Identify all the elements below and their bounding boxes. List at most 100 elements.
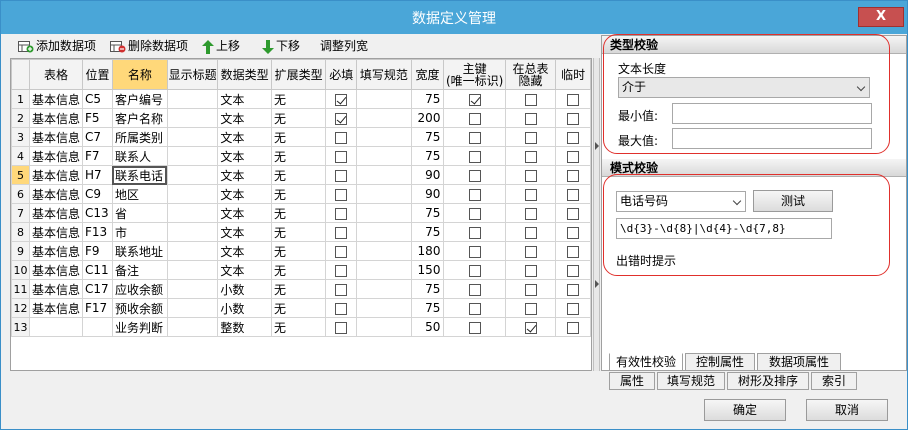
table-row[interactable]: 6 基本信息 C9 地区 文本无 90 xyxy=(11,184,591,204)
row-number[interactable]: 13 xyxy=(11,317,30,337)
col-header-hide-in-total[interactable]: 在总表 隐藏 xyxy=(504,59,557,90)
cell-position[interactable]: F9 xyxy=(81,241,113,261)
cell-display-title[interactable] xyxy=(166,203,219,223)
move-down-button[interactable]: 下移 xyxy=(262,37,300,55)
cell-width[interactable]: 150 xyxy=(410,260,445,280)
cell-ext-type[interactable]: 无 xyxy=(270,260,327,280)
cell-fill-rule[interactable] xyxy=(356,260,412,280)
cell-data-type[interactable]: 整数 xyxy=(217,317,272,337)
cell-table-name[interactable]: 基本信息 xyxy=(28,203,83,223)
temp-checkbox[interactable] xyxy=(567,93,580,106)
cell-display-title[interactable] xyxy=(166,279,219,299)
cell-table-name[interactable] xyxy=(28,317,83,337)
row-number[interactable]: 1 xyxy=(11,89,30,109)
cell-position[interactable]: C11 xyxy=(81,260,113,280)
row-number[interactable]: 8 xyxy=(11,222,30,242)
cell-ext-type[interactable]: 无 xyxy=(270,298,327,318)
cell-table-name[interactable]: 基本信息 xyxy=(28,184,83,204)
cell-table-name[interactable]: 基本信息 xyxy=(28,108,83,128)
cell-fill-rule[interactable] xyxy=(356,89,412,109)
primary-key-checkbox[interactable] xyxy=(468,169,481,182)
cell-data-type[interactable]: 小数 xyxy=(217,279,272,299)
cell-data-type[interactable]: 文本 xyxy=(217,184,272,204)
primary-key-checkbox[interactable] xyxy=(468,264,481,277)
cell-fill-rule[interactable] xyxy=(356,317,412,337)
cell-width[interactable]: 75 xyxy=(410,127,445,147)
cell-table-name[interactable]: 基本信息 xyxy=(28,146,83,166)
hide-in-total-checkbox[interactable] xyxy=(524,112,537,125)
table-row[interactable]: 2 基本信息 F5 客户名称 文本无 200 xyxy=(11,108,591,128)
cell-ext-type[interactable]: 无 xyxy=(270,241,327,261)
row-number[interactable]: 2 xyxy=(11,108,30,128)
tab-tree-sort[interactable]: 树形及排序 xyxy=(727,372,809,390)
tab-index[interactable]: 索引 xyxy=(811,372,857,390)
row-number[interactable]: 7 xyxy=(11,203,30,223)
col-header-display-title[interactable]: 显示标题 xyxy=(166,59,219,90)
cell-position[interactable]: H7 xyxy=(81,165,113,185)
cell-data-type[interactable]: 文本 xyxy=(217,241,272,261)
cell-fill-rule[interactable] xyxy=(356,298,412,318)
required-checkbox[interactable] xyxy=(335,131,348,144)
cell-fill-rule[interactable] xyxy=(356,127,412,147)
cell-width[interactable]: 180 xyxy=(410,241,445,261)
primary-key-checkbox[interactable] xyxy=(468,207,481,220)
cell-display-title[interactable] xyxy=(166,317,219,337)
tab-control-properties[interactable]: 控制属性 xyxy=(685,353,755,371)
tab-validation[interactable]: 有效性校验 xyxy=(609,353,683,371)
row-number[interactable]: 11 xyxy=(11,279,30,299)
cell-display-title[interactable] xyxy=(166,89,219,109)
temp-checkbox[interactable] xyxy=(567,321,580,334)
cell-ext-type[interactable]: 无 xyxy=(270,279,327,299)
cell-data-type[interactable]: 文本 xyxy=(217,165,272,185)
cell-name[interactable]: 业务判断 xyxy=(111,317,168,337)
close-button[interactable]: X xyxy=(858,7,904,27)
cell-width[interactable]: 75 xyxy=(410,279,445,299)
required-checkbox[interactable] xyxy=(335,112,348,125)
cell-fill-rule[interactable] xyxy=(356,203,412,223)
hide-in-total-checkbox[interactable] xyxy=(524,321,537,334)
cell-width[interactable]: 200 xyxy=(410,108,445,128)
cell-name[interactable]: 省 xyxy=(111,203,168,223)
hide-in-total-checkbox[interactable] xyxy=(524,264,537,277)
table-row[interactable]: 5 基本信息 H7 联系电话 文本无 90 xyxy=(11,165,591,185)
primary-key-checkbox[interactable] xyxy=(468,112,481,125)
row-number[interactable]: 12 xyxy=(11,298,30,318)
cell-ext-type[interactable]: 无 xyxy=(270,184,327,204)
hide-in-total-checkbox[interactable] xyxy=(524,169,537,182)
cell-width[interactable]: 75 xyxy=(410,203,445,223)
table-row[interactable]: 13 业务判断 整数无 50 xyxy=(11,317,591,337)
col-header-width[interactable]: 宽度 xyxy=(410,59,445,90)
cell-data-type[interactable]: 文本 xyxy=(217,260,272,280)
cell-position[interactable]: F7 xyxy=(81,146,113,166)
cell-table-name[interactable]: 基本信息 xyxy=(28,279,83,299)
col-header-ext-type[interactable]: 扩展类型 xyxy=(270,59,327,90)
temp-checkbox[interactable] xyxy=(567,264,580,277)
cell-width[interactable]: 75 xyxy=(410,222,445,242)
cell-display-title[interactable] xyxy=(166,241,219,261)
cell-fill-rule[interactable] xyxy=(356,279,412,299)
cell-position[interactable]: C17 xyxy=(81,279,113,299)
col-header-temp[interactable]: 临时 xyxy=(555,59,591,90)
table-row[interactable]: 1 基本信息 C5 客户编号 文本无 75 xyxy=(11,89,591,109)
primary-key-checkbox[interactable] xyxy=(468,302,481,315)
cell-data-type[interactable]: 文本 xyxy=(217,108,272,128)
primary-key-checkbox[interactable] xyxy=(468,321,481,334)
temp-checkbox[interactable] xyxy=(567,131,580,144)
cell-fill-rule[interactable] xyxy=(356,222,412,242)
cell-position[interactable]: C13 xyxy=(81,203,113,223)
cell-fill-rule[interactable] xyxy=(356,108,412,128)
cell-position[interactable]: F13 xyxy=(81,222,113,242)
col-header-table[interactable]: 表格 xyxy=(28,59,83,90)
title-bar[interactable]: 数据定义管理 X xyxy=(1,1,907,34)
cell-display-title[interactable] xyxy=(166,127,219,147)
ok-button[interactable]: 确定 xyxy=(704,399,786,421)
col-header-position[interactable]: 位置 xyxy=(81,59,113,90)
temp-checkbox[interactable] xyxy=(567,226,580,239)
cell-table-name[interactable]: 基本信息 xyxy=(28,298,83,318)
hide-in-total-checkbox[interactable] xyxy=(524,188,537,201)
primary-key-checkbox[interactable] xyxy=(468,188,481,201)
row-number[interactable]: 9 xyxy=(11,241,30,261)
temp-checkbox[interactable] xyxy=(567,245,580,258)
cell-ext-type[interactable]: 无 xyxy=(270,146,327,166)
temp-checkbox[interactable] xyxy=(567,188,580,201)
